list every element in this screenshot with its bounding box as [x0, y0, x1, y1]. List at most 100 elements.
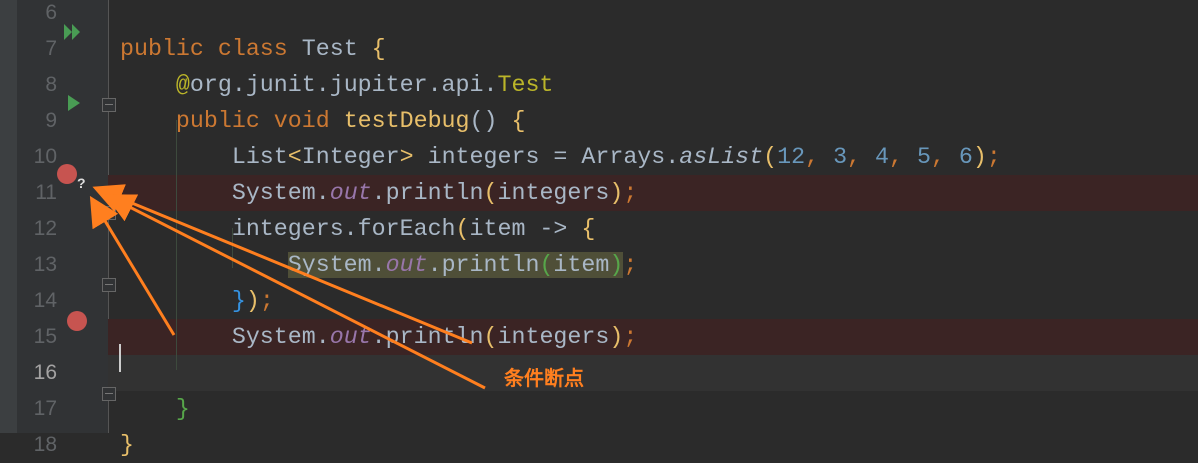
code-token: .println: [427, 252, 540, 278]
code-token: ): [609, 180, 624, 206]
code-token: {: [581, 216, 596, 242]
breakpoint-icon[interactable]: [67, 311, 87, 331]
code-line[interactable]: 13 System.out.println(item);: [0, 247, 1198, 283]
code-token: Integer: [301, 144, 400, 170]
indent-guide: [232, 228, 233, 268]
line-number: 11: [35, 181, 57, 204]
code-token: (: [483, 324, 498, 350]
annotation-label: 条件断点: [504, 366, 584, 390]
code-line[interactable]: 7 public class Test {: [0, 31, 1198, 67]
conditional-breakpoint-icon[interactable]: [57, 164, 77, 184]
condition-marker: ?: [77, 175, 86, 191]
code-line[interactable]: 17 }: [0, 391, 1198, 427]
code-line[interactable]: 8 @org.junit.jupiter.api.Test: [0, 67, 1198, 103]
code-token: ;: [986, 144, 1001, 170]
code-token: integers = Arrays.: [427, 144, 680, 170]
code-line[interactable]: 10 List<Integer> integers = Arrays.asLis…: [0, 139, 1198, 175]
code-text: });: [120, 283, 274, 319]
code-token: ,: [930, 144, 959, 170]
code-token: (: [539, 252, 554, 278]
code-token: item ->: [469, 216, 582, 242]
fold-icon[interactable]: [102, 206, 116, 220]
code-line[interactable]: 16: [0, 355, 1198, 391]
line-background: [108, 355, 1198, 391]
code-token: @: [175, 72, 190, 98]
code-token: public void: [175, 108, 344, 134]
line-number: 15: [33, 325, 57, 348]
code-token: System.: [120, 324, 330, 350]
code-line[interactable]: 18}: [0, 427, 1198, 463]
fold-icon[interactable]: [102, 387, 116, 401]
code-token: ): [972, 144, 987, 170]
code-text: integers.forEach(item -> {: [120, 211, 596, 247]
code-text: @org.junit.jupiter.api.Test: [120, 67, 553, 103]
code-token: org.junit.jupiter.api.: [189, 72, 498, 98]
line-number: 12: [33, 217, 57, 240]
code-line[interactable]: 6: [0, 0, 1198, 31]
code-token: Test: [301, 36, 372, 62]
code-token: }: [120, 432, 134, 458]
line-number: 10: [33, 145, 57, 168]
code-token: ,: [847, 144, 876, 170]
code-token: testDebug: [343, 108, 470, 134]
code-token: {: [511, 108, 526, 134]
line-number: 17: [33, 397, 57, 420]
code-line[interactable]: 15 System.out.println(integers);: [0, 319, 1198, 355]
text-cursor: [119, 344, 121, 372]
line-number: 8: [45, 73, 57, 96]
code-text: List<Integer> integers = Arrays.asList(1…: [120, 139, 1001, 175]
code-token: Test: [497, 72, 554, 98]
code-line[interactable]: 12 integers.forEach(item -> {: [0, 211, 1198, 247]
code-text: System.out.println(integers);: [120, 175, 637, 211]
run-test-icon[interactable]: [66, 93, 86, 113]
code-token: ;: [623, 252, 638, 278]
fold-icon[interactable]: [102, 98, 116, 112]
code-token: System.: [287, 252, 386, 278]
code-token: }: [175, 396, 190, 422]
code-text: System.out.println(item);: [120, 247, 637, 283]
code-token: 6: [958, 144, 973, 170]
code-token: public class: [120, 36, 302, 62]
code-token: ,: [889, 144, 917, 170]
line-number: 13: [33, 253, 57, 276]
line-number: 18: [33, 433, 57, 456]
code-token: .println: [371, 180, 484, 206]
code-token: ): [609, 324, 624, 350]
code-token: ;: [623, 180, 638, 206]
code-token: ;: [259, 288, 274, 314]
code-token: integers: [497, 180, 610, 206]
code-line[interactable]: 14 });: [0, 283, 1198, 319]
code-token: >: [399, 144, 428, 170]
code-token: 3: [833, 144, 848, 170]
code-token: out: [329, 324, 372, 350]
line-background: [108, 391, 1198, 427]
code-token: <: [287, 144, 302, 170]
code-token: System.: [120, 180, 330, 206]
code-text: }: [120, 391, 190, 427]
code-token: integers.forEach: [120, 216, 456, 242]
run-class-icon[interactable]: [62, 22, 92, 42]
code-token: }: [231, 288, 246, 314]
code-line[interactable]: 11 System.out.println(integers);: [0, 175, 1198, 211]
code-token: out: [385, 252, 428, 278]
code-token: (): [469, 108, 512, 134]
code-token: {: [371, 36, 386, 62]
code-text: public class Test {: [120, 31, 386, 67]
code-token: (: [455, 216, 470, 242]
code-token: integers: [497, 324, 610, 350]
code-token: ): [245, 288, 260, 314]
line-number: 6: [45, 1, 57, 24]
fold-icon[interactable]: [102, 278, 116, 292]
line-background: [108, 427, 1198, 463]
code-token: .println: [371, 324, 484, 350]
code-token: (: [483, 180, 498, 206]
code-token: 4: [875, 144, 889, 170]
code-line[interactable]: 9 public void testDebug() {: [0, 103, 1198, 139]
line-number: 14: [33, 289, 57, 312]
line-number: 7: [45, 37, 57, 60]
code-token: ;: [623, 324, 638, 350]
